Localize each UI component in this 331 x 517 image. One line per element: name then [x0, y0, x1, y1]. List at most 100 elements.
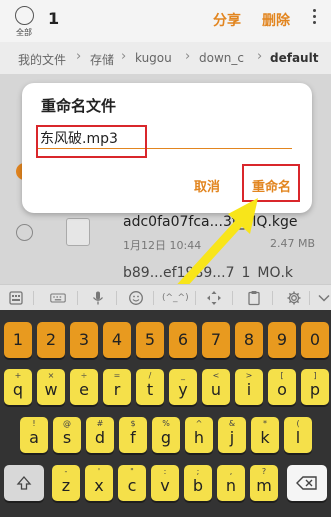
- key-d[interactable]: # d: [86, 417, 114, 453]
- key-m[interactable]: ? m: [250, 465, 278, 501]
- key-i[interactable]: > i: [235, 369, 263, 405]
- row-checkbox[interactable]: [16, 224, 33, 241]
- file-icon: [66, 218, 90, 246]
- select-all-toggle[interactable]: 全部: [13, 6, 35, 38]
- selected-count: 1: [48, 9, 60, 28]
- key-5[interactable]: 5: [136, 322, 164, 358]
- settings-gear-icon[interactable]: [285, 290, 303, 306]
- key-symbol-label: ?: [261, 467, 267, 476]
- keyboard-menu-icon[interactable]: [7, 290, 25, 306]
- key-x[interactable]: ' x: [85, 465, 113, 501]
- key-label: a: [29, 428, 39, 447]
- key-p[interactable]: ] p: [301, 369, 329, 405]
- microphone-icon[interactable]: [89, 290, 107, 306]
- keyboard-switch-icon[interactable]: [48, 290, 68, 306]
- key-s[interactable]: @ s: [53, 417, 81, 453]
- key-w[interactable]: × w: [37, 369, 65, 405]
- key-r[interactable]: = r: [103, 369, 131, 405]
- key-e[interactable]: ÷ e: [70, 369, 98, 405]
- key-1[interactable]: 1: [4, 322, 32, 358]
- key-2[interactable]: 2: [37, 322, 65, 358]
- key-symbol-label: ÷: [80, 371, 88, 380]
- key-q[interactable]: + q: [4, 369, 32, 405]
- collapse-keyboard-icon[interactable]: [315, 290, 331, 306]
- clipboard-icon[interactable]: [245, 290, 263, 306]
- key-symbol-label: ': [97, 467, 101, 476]
- key-label: h: [193, 428, 205, 447]
- select-all-checkbox[interactable]: [14, 6, 34, 25]
- emoji-icon[interactable]: [127, 290, 145, 306]
- key-label: m: [256, 476, 272, 495]
- key-label: f: [130, 428, 136, 447]
- delete-button[interactable]: 删除: [262, 10, 290, 30]
- key-label: c: [127, 476, 137, 495]
- key-label: y: [178, 380, 188, 399]
- chevron-right-icon: ›: [257, 49, 263, 64]
- key-label: r: [113, 380, 121, 399]
- key-label: i: [246, 380, 252, 399]
- key-t[interactable]: / t: [136, 369, 164, 405]
- breadcrumb-item-current: default: [270, 51, 319, 65]
- key-label: 0: [309, 330, 321, 349]
- key-h[interactable]: ^ h: [185, 417, 213, 453]
- key-label: s: [62, 428, 72, 447]
- key-9[interactable]: 9: [268, 322, 296, 358]
- key-l[interactable]: (l: [284, 417, 312, 453]
- key-a[interactable]: ! a: [20, 417, 48, 453]
- key-v[interactable]: :v: [151, 465, 179, 501]
- key-7[interactable]: 7: [202, 322, 230, 358]
- key-label: g: [160, 428, 172, 447]
- key-y[interactable]: _ y: [169, 369, 197, 405]
- breadcrumb: 我的文件 › 存储 › kugou › down_c › default: [0, 42, 331, 74]
- share-button[interactable]: 分享: [213, 10, 241, 30]
- key-symbol-label: =: [113, 371, 121, 380]
- key-0[interactable]: 0: [301, 322, 329, 358]
- dialog-title: 重命名文件: [41, 97, 117, 115]
- key-symbol-label: >: [245, 371, 253, 380]
- key-label: o: [277, 380, 287, 399]
- key-symbol-label: &: [228, 419, 236, 428]
- key-label: t: [146, 380, 154, 399]
- breadcrumb-item[interactable]: down_c: [199, 51, 244, 65]
- key-u[interactable]: < u: [202, 369, 230, 405]
- key-label: 3: [78, 330, 90, 349]
- key-symbol-label: *: [263, 419, 267, 428]
- key-symbol-label: ": [130, 467, 134, 476]
- more-options-icon[interactable]: [311, 9, 317, 27]
- breadcrumb-item[interactable]: 存储: [88, 51, 114, 68]
- key-g[interactable]: % g: [152, 417, 180, 453]
- key-4[interactable]: 4: [103, 322, 131, 358]
- key-c[interactable]: " c: [118, 465, 146, 501]
- key-n[interactable]: ,n: [217, 465, 245, 501]
- key-o[interactable]: [o: [268, 369, 296, 405]
- key-label: e: [79, 380, 89, 399]
- chevron-right-icon: ›: [76, 49, 82, 64]
- key-6[interactable]: 6: [169, 322, 197, 358]
- key-3[interactable]: 3: [70, 322, 98, 358]
- key-label: 5: [144, 330, 156, 349]
- annotation-arrow: [173, 198, 258, 295]
- key-symbol-label: (: [296, 419, 300, 428]
- breadcrumb-item[interactable]: 我的文件: [18, 51, 66, 68]
- key-f[interactable]: $ f: [119, 417, 147, 453]
- key-z[interactable]: -z: [52, 465, 80, 501]
- key-symbol-label: ,: [229, 467, 233, 476]
- key-label: l: [295, 428, 301, 447]
- key-label: d: [94, 428, 106, 447]
- key-label: 2: [45, 330, 57, 349]
- shift-key[interactable]: [4, 465, 44, 501]
- key-symbol-label: #: [96, 419, 104, 428]
- emoticon-icon[interactable]: (^_^): [162, 290, 189, 306]
- keyboard-toolbar: (^_^): [0, 284, 331, 310]
- key-label: 8: [243, 330, 255, 349]
- key-j[interactable]: & j: [218, 417, 246, 453]
- key-label: 1: [12, 330, 24, 349]
- backspace-key[interactable]: [287, 465, 327, 501]
- key-symbol-label: %: [162, 419, 170, 428]
- breadcrumb-item[interactable]: kugou: [135, 51, 172, 65]
- key-symbol-label: -: [64, 467, 68, 476]
- key-8[interactable]: 8: [235, 322, 263, 358]
- key-k[interactable]: * k: [251, 417, 279, 453]
- cursor-move-icon[interactable]: [205, 290, 223, 306]
- key-b[interactable]: ; b: [184, 465, 212, 501]
